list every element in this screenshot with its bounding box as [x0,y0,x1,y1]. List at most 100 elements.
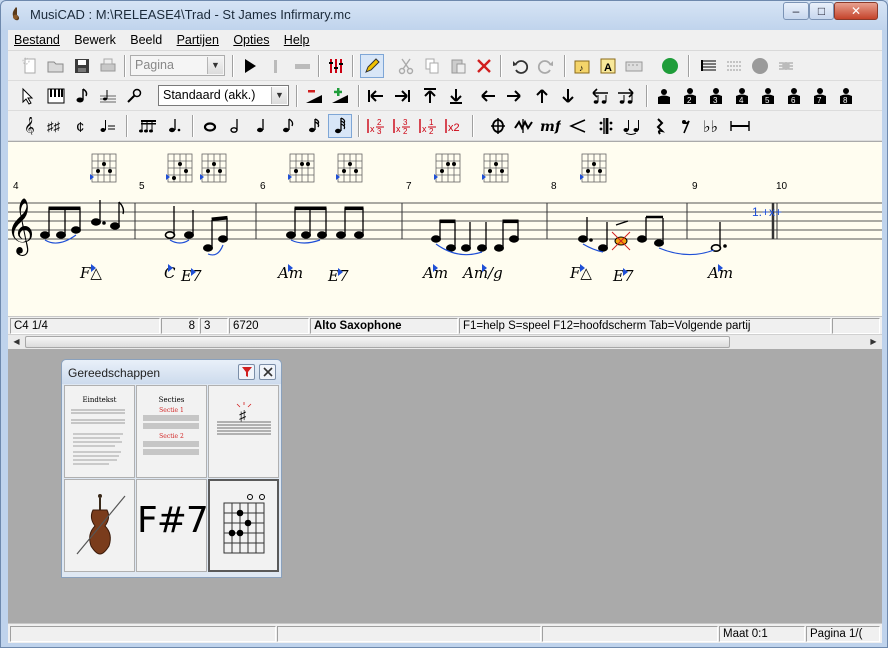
tool-chord-diagram[interactable] [208,479,279,572]
menu-opties[interactable]: Opties [227,30,274,47]
key-signature-button[interactable]: ♯♯ [44,114,68,138]
stop-button[interactable] [290,54,314,78]
menu-beeld[interactable]: Beeld [124,30,167,47]
dotted-note-button[interactable] [162,114,186,138]
go-bottom-button[interactable] [444,84,468,108]
crescendo-button[interactable] [566,114,590,138]
scrollbar-thumb[interactable] [25,336,730,348]
record-button[interactable] [658,54,682,78]
thirtysecond-note-button[interactable] [328,114,352,138]
save-button[interactable] [70,54,94,78]
voice-6-button[interactable]: 6 [782,84,806,108]
quarter-note-button[interactable] [250,114,274,138]
scroll-right-icon[interactable]: ▶ [866,336,881,348]
text-button[interactable]: A [596,54,620,78]
staff-dotted-button[interactable] [722,54,746,78]
tools-button[interactable] [122,84,146,108]
go-end-button[interactable] [390,84,414,108]
shift-notes-right-button[interactable] [614,84,638,108]
note-entry-button[interactable] [70,84,94,108]
redo-button[interactable] [534,54,558,78]
style-select[interactable]: Standaard (akk.) ▼ [158,85,289,106]
menu-help[interactable]: Help [278,30,315,47]
horizontal-scrollbar[interactable]: ◀ ▶ [8,334,882,349]
eighth-rest-button[interactable] [674,114,698,138]
shift-notes-left-button[interactable] [588,84,612,108]
note-staff-button[interactable] [96,84,120,108]
undo-button[interactable] [508,54,532,78]
move-down-button[interactable] [556,84,580,108]
voice-2-button[interactable]: 2 [678,84,702,108]
voice-4-button[interactable]: 4 [730,84,754,108]
open-file-button[interactable] [44,54,68,78]
panel-filter-button[interactable] [238,364,255,380]
piano-button[interactable] [44,84,68,108]
tuplet-x2-button[interactable]: x2 [442,114,466,138]
go-start-button[interactable] [364,84,388,108]
voice-3-button[interactable]: 3 [704,84,728,108]
ornament-button[interactable] [512,114,536,138]
time-signature-button[interactable]: ¢ [70,114,94,138]
repeat-button[interactable] [594,114,618,138]
gray-circle-button[interactable] [748,54,772,78]
new-file-button[interactable] [18,54,42,78]
tool-key-signature[interactable]: ♯ [208,385,279,478]
coda-button[interactable] [486,114,510,138]
tempo-button[interactable] [96,114,120,138]
panel-close-button[interactable] [259,364,276,380]
beam-button[interactable] [136,114,160,138]
paste-button[interactable] [446,54,470,78]
menu-partijen[interactable]: Partijen [171,30,224,47]
play-button[interactable] [238,54,262,78]
half-note-button[interactable] [224,114,248,138]
voice-all-button[interactable] [652,84,676,108]
select-arrow-button[interactable] [16,84,40,108]
move-right-button[interactable] [502,84,526,108]
move-left-button[interactable] [476,84,500,108]
delete-button[interactable] [472,54,496,78]
tool-sections[interactable]: Secties Sectie 1 Sectie 2 [136,385,207,478]
staff-button[interactable] [696,54,720,78]
eighth-note-button[interactable] [276,114,300,138]
tool-instrument[interactable] [64,479,135,572]
tuplet-2-3-button[interactable]: x23 [364,114,388,138]
decrease-button[interactable] [302,84,326,108]
tuplet-1-2-button[interactable]: x12 [416,114,440,138]
print-button[interactable] [96,54,120,78]
voice-7-button[interactable]: 7 [808,84,832,108]
edit-pencil-button[interactable] [360,54,384,78]
voice-8-button[interactable]: 8 [834,84,858,108]
sixteenth-note-button[interactable] [302,114,326,138]
tools-panel-header[interactable]: Gereedschappen [62,360,281,384]
scroll-left-icon[interactable]: ◀ [9,336,24,348]
clef-button[interactable]: 𝄞 [18,114,42,138]
increase-button[interactable] [328,84,352,108]
menu-bestand[interactable]: Bestand [8,30,65,47]
extender-button[interactable] [728,114,752,138]
erase-staff-button[interactable] [774,54,798,78]
folder-music-button[interactable]: ♪ [570,54,594,78]
dynamics-button[interactable]: mf [538,114,562,138]
tuplet-3-2-button[interactable]: x32 [390,114,414,138]
score-view[interactable]: 𝄞 4 5 6 7 8 9 10 1.+x+ F△ C E7 Am E7 Am … [8,141,882,316]
view-mode-select[interactable]: Pagina ▼ [130,55,225,76]
go-top-button[interactable] [418,84,442,108]
tie-button[interactable] [620,114,644,138]
voice-5-button[interactable]: 5 [756,84,780,108]
rest-button[interactable] [648,114,672,138]
cut-button[interactable] [394,54,418,78]
flats-button[interactable]: ♭♭ [700,114,724,138]
selected-note[interactable] [611,231,631,251]
tool-chord-symbol[interactable]: F#7 [136,479,209,572]
minimize-button[interactable]: – [783,2,809,20]
pause-button[interactable] [264,54,288,78]
title-bar[interactable]: MusiCAD : M:\RELEASE4\Trad - St James In… [1,1,887,27]
move-up-button[interactable] [530,84,554,108]
whole-note-button[interactable] [198,114,222,138]
score-staff[interactable]: 𝄞 4 5 6 7 8 9 10 1.+x+ F△ C E7 Am E7 Am … [8,142,882,317]
mixer-button[interactable] [324,54,348,78]
close-button[interactable]: ✕ [834,2,878,20]
tool-end-text[interactable]: Eindtekst [64,385,135,478]
keyboard-button[interactable] [622,54,646,78]
copy-button[interactable] [420,54,444,78]
